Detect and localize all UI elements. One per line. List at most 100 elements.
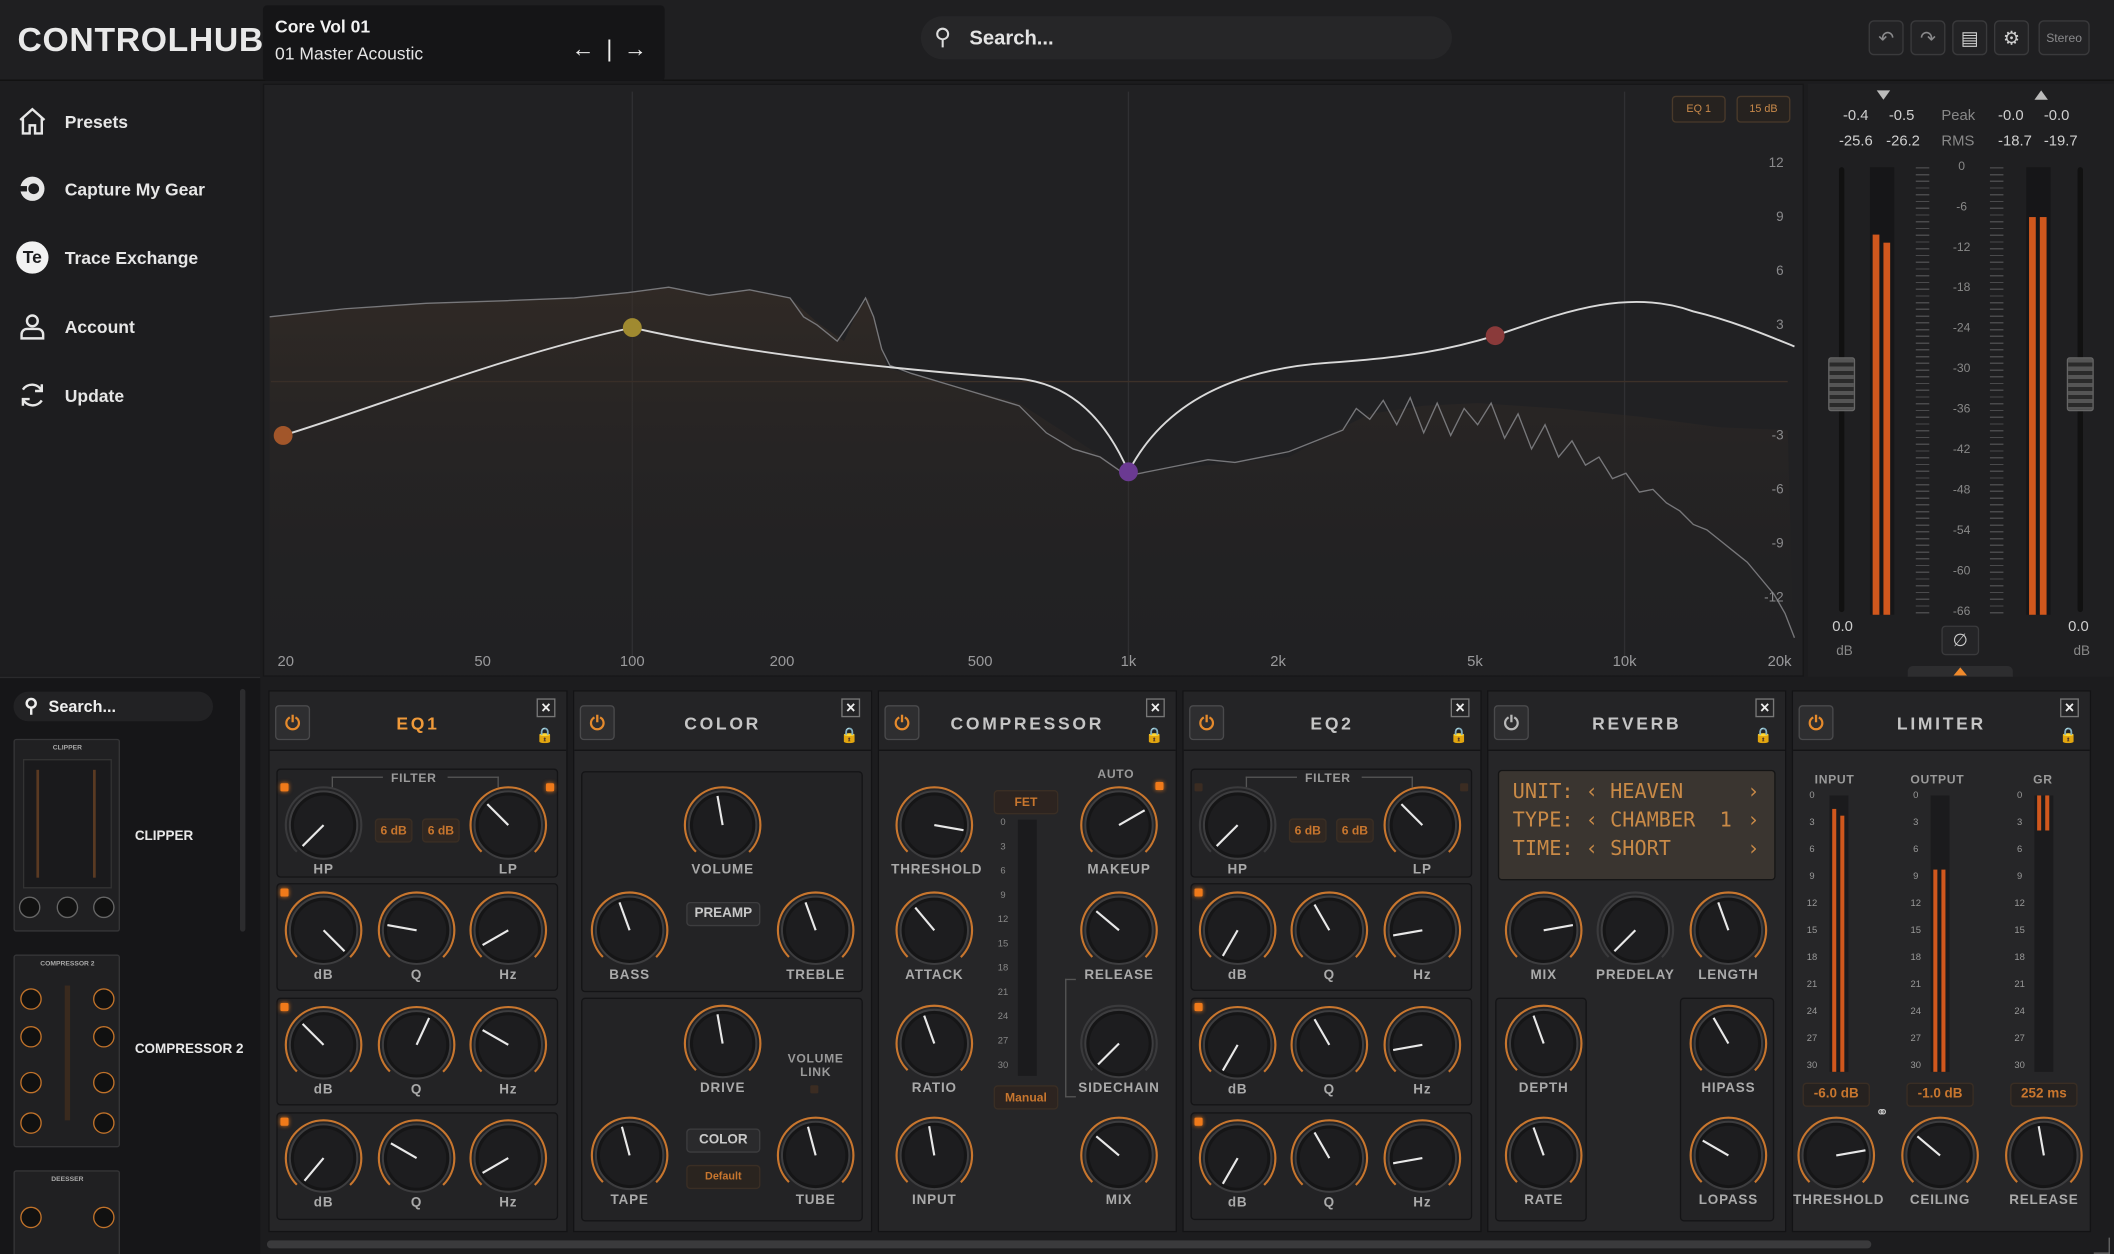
- eq1-band1-knob-1[interactable]: Q: [373, 890, 459, 983]
- compressor-mode-button[interactable]: Manual: [993, 1085, 1059, 1110]
- compressor-makeup-knob[interactable]: MAKEUP: [1076, 785, 1162, 878]
- color-treble-knob[interactable]: TREBLE: [773, 890, 859, 983]
- eq1-lp-slope[interactable]: 6 dB: [421, 818, 460, 843]
- eq1-band1-knob-2[interactable]: Hz: [465, 890, 551, 983]
- eq1-band2-knob-1[interactable]: Q: [373, 1004, 459, 1097]
- eq1-hp-slope[interactable]: 6 dB: [374, 818, 413, 843]
- eq2-lp-slope[interactable]: 6 dB: [1336, 818, 1374, 843]
- compressor-ratio-knob[interactable]: RATIO: [891, 1003, 977, 1096]
- color-drive-knob[interactable]: DRIVE: [679, 1003, 765, 1096]
- compressor-threshold-knob[interactable]: THRESHOLD: [891, 785, 982, 878]
- compressor-input-knob[interactable]: INPUT: [891, 1115, 977, 1208]
- eq2-hp-slope[interactable]: 6 dB: [1288, 818, 1327, 843]
- browser-thumb-compressor-2[interactable]: COMPRESSOR 2: [13, 954, 120, 1148]
- reverb-lcd[interactable]: UNIT: ‹ HEAVEN TYPE: ‹ CHAMBER 1 TIME: ‹…: [1497, 769, 1776, 881]
- reverb-lopass-knob[interactable]: LOPASS: [1685, 1115, 1771, 1208]
- close-icon[interactable]: ×: [2060, 698, 2079, 718]
- preset-nav-arrows[interactable]: ← | →: [572, 36, 650, 63]
- lock-icon[interactable]: 🔒: [1450, 727, 1468, 744]
- eq2-band3-knob-0[interactable]: dB: [1195, 1118, 1281, 1211]
- eq1-band3-knob-2[interactable]: Hz: [465, 1118, 551, 1211]
- compressor-release-knob[interactable]: RELEASE: [1076, 890, 1162, 983]
- close-icon[interactable]: ×: [1450, 698, 1470, 718]
- close-icon[interactable]: ×: [841, 698, 861, 718]
- input-collapse-icon[interactable]: [1876, 90, 1891, 100]
- eq1-band2-knob-0[interactable]: dB: [280, 1004, 366, 1097]
- resize-handle-icon[interactable]: [2093, 1237, 2110, 1254]
- eq2-band1-knob-2[interactable]: Hz: [1379, 890, 1465, 983]
- undo-icon[interactable]: ↶: [1868, 20, 1904, 56]
- preamp-button[interactable]: PREAMP: [686, 901, 761, 927]
- browser-search-input[interactable]: ⚲ Search...: [13, 691, 214, 722]
- eq2-band1-knob-0[interactable]: dB: [1195, 890, 1281, 983]
- module-scrollbar[interactable]: [266, 1240, 1872, 1249]
- output-gain-handle[interactable]: [2066, 357, 2094, 412]
- eq1-hp-knob[interactable]: HP: [280, 785, 366, 878]
- search-input[interactable]: ⚲ Search...: [920, 16, 1453, 60]
- limiter-release-value[interactable]: 252 ms: [2010, 1082, 2078, 1107]
- save-icon[interactable]: ▤: [1952, 20, 1988, 56]
- reverb-hipass-knob[interactable]: HIPASS: [1685, 1003, 1771, 1096]
- preset-selector[interactable]: Core Vol 01 01 Master Acoustic ← | →: [262, 5, 665, 81]
- eq1-band2-knob-2[interactable]: Hz: [465, 1004, 551, 1097]
- color-tube-knob[interactable]: TUBE: [773, 1115, 859, 1208]
- lock-icon[interactable]: 🔒: [2059, 727, 2077, 744]
- limiter-threshold-knob[interactable]: THRESHOLD: [1793, 1115, 1883, 1208]
- browser-scrollbar[interactable]: [239, 688, 246, 932]
- close-icon[interactable]: ×: [1755, 698, 1775, 718]
- reverb-length-knob[interactable]: LENGTH: [1685, 890, 1771, 983]
- sidebar-item-capture[interactable]: Capture My Gear: [16, 173, 259, 211]
- browser-item-label[interactable]: CLIPPER: [135, 829, 193, 844]
- browser-thumb-clipper[interactable]: CLIPPER: [13, 738, 120, 932]
- eq-range-tag[interactable]: 15 dB: [1736, 95, 1791, 123]
- eq1-band3-knob-0[interactable]: dB: [280, 1118, 366, 1211]
- sidebar-item-account[interactable]: Account: [16, 310, 259, 348]
- color-tape-knob[interactable]: TAPE: [586, 1115, 672, 1208]
- compressor-attack-knob[interactable]: ATTACK: [891, 890, 977, 983]
- sidebar-item-update[interactable]: Update: [16, 379, 259, 417]
- volume-link-led[interactable]: [810, 1085, 819, 1094]
- browser-thumb-deesser[interactable]: DEESSER: [13, 1170, 120, 1254]
- eq2-band3-knob-1[interactable]: Q: [1286, 1118, 1372, 1211]
- limiter-ceiling-knob[interactable]: CEILING: [1897, 1115, 1983, 1208]
- eq1-band1-knob-0[interactable]: dB: [280, 890, 366, 983]
- lock-icon[interactable]: 🔒: [536, 727, 554, 744]
- compressor-sidechain-knob[interactable]: SIDECHAIN: [1076, 1003, 1162, 1096]
- color-bass-knob[interactable]: BASS: [586, 890, 672, 983]
- stereo-button[interactable]: Stereo: [2038, 20, 2090, 56]
- eq2-lp-knob[interactable]: LP: [1379, 785, 1465, 878]
- limiter-output-value[interactable]: -1.0 dB: [1906, 1082, 1974, 1107]
- eq2-band2-knob-0[interactable]: dB: [1195, 1004, 1281, 1097]
- reverb-depth-knob[interactable]: DEPTH: [1501, 1003, 1587, 1096]
- lock-icon[interactable]: 🔒: [1145, 727, 1163, 744]
- eq2-band2-knob-1[interactable]: Q: [1286, 1004, 1372, 1097]
- compressor-type-button[interactable]: FET: [993, 790, 1059, 815]
- eq2-hp-knob[interactable]: HP: [1195, 785, 1281, 878]
- input-gain-handle[interactable]: [1828, 357, 1856, 412]
- reverb-mix-knob[interactable]: MIX: [1501, 890, 1587, 983]
- eq1-lp-knob[interactable]: LP: [465, 785, 551, 878]
- color-default-button[interactable]: Default: [686, 1164, 761, 1190]
- gear-icon[interactable]: ⚙: [1993, 20, 2030, 56]
- reverb-predelay-knob[interactable]: PREDELAY: [1592, 890, 1678, 983]
- sidebar-item-trace-exchange[interactable]: Te Trace Exchange: [16, 241, 259, 279]
- eq1-band3-knob-1[interactable]: Q: [373, 1118, 459, 1211]
- sidebar-item-presets[interactable]: Presets: [16, 105, 259, 143]
- lock-icon[interactable]: 🔒: [840, 727, 858, 744]
- panel-toggle[interactable]: [1907, 666, 2013, 677]
- eq-band-tag[interactable]: EQ 1: [1671, 95, 1726, 123]
- lock-icon[interactable]: 🔒: [1754, 727, 1772, 744]
- redo-icon[interactable]: ↷: [1910, 20, 1946, 56]
- eq2-band3-knob-2[interactable]: Hz: [1379, 1118, 1465, 1211]
- eq-graph[interactable]: EQ 1 15 dB 12 9 6 3 -3 -6 -9 -12 20 50 100 200 500 1…: [262, 83, 1804, 679]
- eq2-band2-knob-2[interactable]: Hz: [1379, 1004, 1465, 1097]
- color-volume-knob[interactable]: VOLUME: [679, 785, 765, 878]
- compressor-mix-knob[interactable]: MIX: [1076, 1115, 1162, 1208]
- limiter-input-value[interactable]: -6.0 dB: [1802, 1082, 1870, 1107]
- browser-item-label[interactable]: COMPRESSOR 2: [135, 1042, 244, 1057]
- phase-invert-icon[interactable]: ∅: [1941, 625, 1980, 656]
- eq2-band1-knob-1[interactable]: Q: [1286, 890, 1372, 983]
- close-icon[interactable]: ×: [1145, 698, 1165, 718]
- close-icon[interactable]: ×: [536, 698, 556, 718]
- reverb-rate-knob[interactable]: RATE: [1501, 1115, 1587, 1208]
